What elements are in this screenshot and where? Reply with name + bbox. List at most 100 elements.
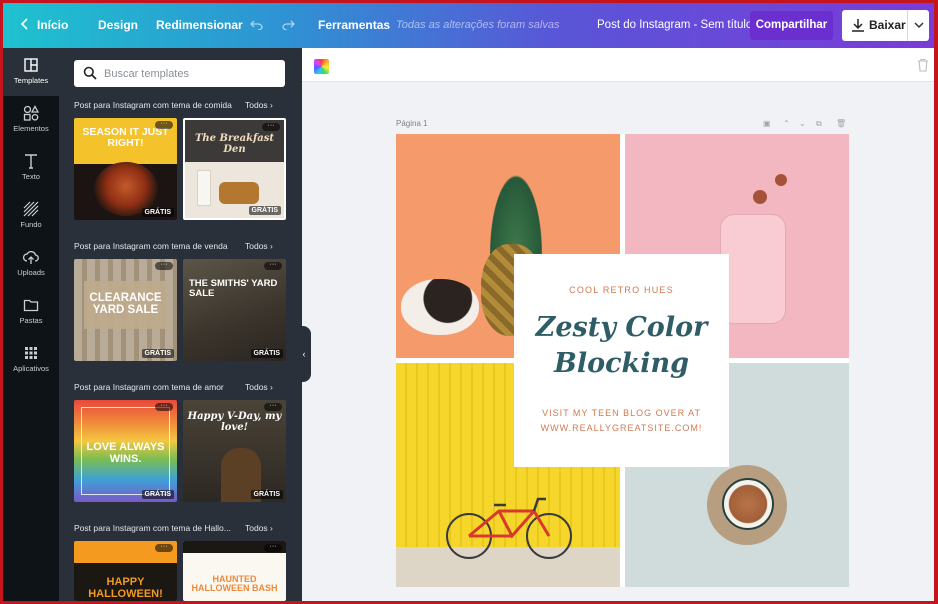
template-thumb[interactable]: THE SMITHS' YARD SALE ··· GRÁTIS <box>183 259 286 361</box>
rail-label: Aplicativos <box>13 364 49 373</box>
background-icon <box>23 201 39 217</box>
template-thumb[interactable]: The Breakfast Den ··· GRÁTIS <box>183 118 286 220</box>
glass-jar-image <box>720 214 786 324</box>
more-options-icon[interactable]: ··· <box>264 543 282 552</box>
more-options-icon[interactable]: ··· <box>155 261 173 270</box>
redo-button[interactable] <box>282 3 295 48</box>
see-all-halloween[interactable]: Todos › <box>245 523 273 537</box>
trash-icon[interactable] <box>917 58 929 72</box>
section-title-food: Post para Instagram com tema de comida <box>74 100 232 110</box>
folder-icon <box>23 299 39 312</box>
resize-menu[interactable]: Redimensionar <box>156 3 243 48</box>
free-badge: GRÁTIS <box>250 490 283 499</box>
text-icon <box>25 154 37 169</box>
guinea-pig-image <box>401 279 479 335</box>
bicycle-image <box>446 497 572 559</box>
free-badge: GRÁTIS <box>141 490 174 499</box>
see-all-label: Todos <box>245 382 268 392</box>
side-rail: Templates Elementos Texto Fundo Uploads … <box>3 48 59 601</box>
section-title-love: Post para Instagram com tema de amor <box>74 382 224 392</box>
section-title-sale: Post para Instagram com tema de venda <box>74 241 228 251</box>
rail-item-elements[interactable]: Elementos <box>3 96 59 144</box>
thumb-title: The Breakfast Den <box>194 133 275 155</box>
design-menu[interactable]: Design <box>98 3 138 48</box>
download-icon <box>852 19 864 32</box>
more-options-icon[interactable]: ··· <box>264 402 282 411</box>
rail-item-templates[interactable]: Templates <box>3 48 59 96</box>
template-thumb[interactable]: SEASON IT JUST RIGHT! ··· GRÁTIS <box>74 118 177 220</box>
search-box <box>74 60 285 87</box>
more-options-icon[interactable]: ··· <box>262 122 280 131</box>
delete-page-icon[interactable]: 🗑 <box>836 119 846 128</box>
rail-item-text[interactable]: Texto <box>3 144 59 192</box>
collapse-panel-button[interactable]: ‹ <box>297 326 311 382</box>
more-options-icon[interactable]: ··· <box>155 120 173 129</box>
download-button[interactable]: Baixar <box>842 10 929 41</box>
design-canvas[interactable]: COOL RETRO HUES Zesty Color Blocking VIS… <box>396 134 849 587</box>
move-up-icon[interactable]: ⌃ <box>783 119 790 128</box>
rail-label: Fundo <box>20 220 42 229</box>
milk-image <box>197 170 211 206</box>
color-picker-button[interactable] <box>314 59 329 74</box>
flower-image <box>775 174 787 186</box>
template-thumb[interactable]: Happy V-Day, my love! ··· GRÁTIS <box>183 400 286 502</box>
see-all-love[interactable]: Todos › <box>245 382 273 396</box>
app-window: Início Design Redimensionar Ferramentas … <box>3 3 934 601</box>
document-title[interactable]: Post do Instagram - Sem título <box>597 3 752 48</box>
editor-toolbar <box>302 48 934 82</box>
free-badge: GRÁTIS <box>250 349 283 358</box>
template-thumb[interactable]: HAUNTED HALLOWEEN BASH ··· <box>183 541 286 601</box>
thumb-title: THE SMITHS' YARD SALE <box>189 278 278 299</box>
rail-item-folders[interactable]: Pastas <box>3 288 59 336</box>
back-button[interactable]: Início <box>20 3 69 48</box>
see-all-food[interactable]: Todos › <box>245 100 273 114</box>
elements-icon <box>23 105 39 121</box>
cta-line2: WWW.REALLYGREATSITE.COM! <box>540 423 703 433</box>
rail-item-uploads[interactable]: Uploads <box>3 240 59 288</box>
rail-item-apps[interactable]: Aplicativos <box>3 336 59 384</box>
see-all-label: Todos <box>245 523 268 533</box>
text-card[interactable]: COOL RETRO HUES Zesty Color Blocking VIS… <box>514 254 729 467</box>
script-title-line1: Zesty Color <box>535 312 708 343</box>
free-badge: GRÁTIS <box>141 349 174 358</box>
back-label: Início <box>37 18 69 32</box>
download-label: Baixar <box>869 18 906 32</box>
free-badge: GRÁTIS <box>141 208 174 217</box>
rail-item-background[interactable]: Fundo <box>3 192 59 240</box>
pineapple-leaves <box>486 164 546 254</box>
apps-icon <box>25 347 37 359</box>
tools-menu[interactable]: Ferramentas <box>318 3 390 48</box>
rail-label: Templates <box>13 76 49 85</box>
save-status: Todas as alterações foram salvas <box>396 19 560 31</box>
thumb-title: CLEARANCE YARD SALE <box>89 292 162 317</box>
page-label: Página 1 <box>396 119 428 128</box>
notes-icon[interactable]: ▣ <box>763 119 771 128</box>
rail-label: Texto <box>22 172 40 181</box>
template-thumb[interactable]: HAPPY HALLOWEEN! ··· <box>74 541 177 601</box>
thumb-title: Happy V-Day, my love! <box>187 411 282 433</box>
chevron-down-icon[interactable] <box>913 19 925 31</box>
share-button[interactable]: Compartilhar <box>750 11 833 40</box>
more-options-icon[interactable]: ··· <box>264 261 282 270</box>
undo-button[interactable] <box>250 3 263 48</box>
template-thumb[interactable]: CLEARANCE YARD SALE ··· GRÁTIS <box>74 259 177 361</box>
flower-image <box>753 190 767 204</box>
redo-icon <box>282 20 295 31</box>
templates-panel: Post para Instagram com tema de comida T… <box>59 48 302 601</box>
template-thumb[interactable]: LOVE ALWAYS WINS. ··· GRÁTIS <box>74 400 177 502</box>
move-down-icon[interactable]: ⌄ <box>799 119 806 128</box>
rail-label: Pastas <box>19 316 43 325</box>
free-badge: GRÁTIS <box>248 206 281 215</box>
divider <box>907 10 908 41</box>
templates-icon <box>24 58 38 72</box>
see-all-sale[interactable]: Todos › <box>245 241 273 255</box>
search-input[interactable] <box>104 65 274 83</box>
see-all-label: Todos <box>245 100 268 110</box>
more-options-icon[interactable]: ··· <box>155 402 173 411</box>
rail-label: Uploads <box>17 268 45 277</box>
duplicate-icon[interactable]: ⧉ <box>816 119 822 129</box>
section-title-halloween: Post para Instagram com tema de Hallo... <box>74 523 231 533</box>
undo-icon <box>250 20 263 31</box>
thumb-title: HAPPY HALLOWEEN! <box>88 576 163 600</box>
more-options-icon[interactable]: ··· <box>155 543 173 552</box>
